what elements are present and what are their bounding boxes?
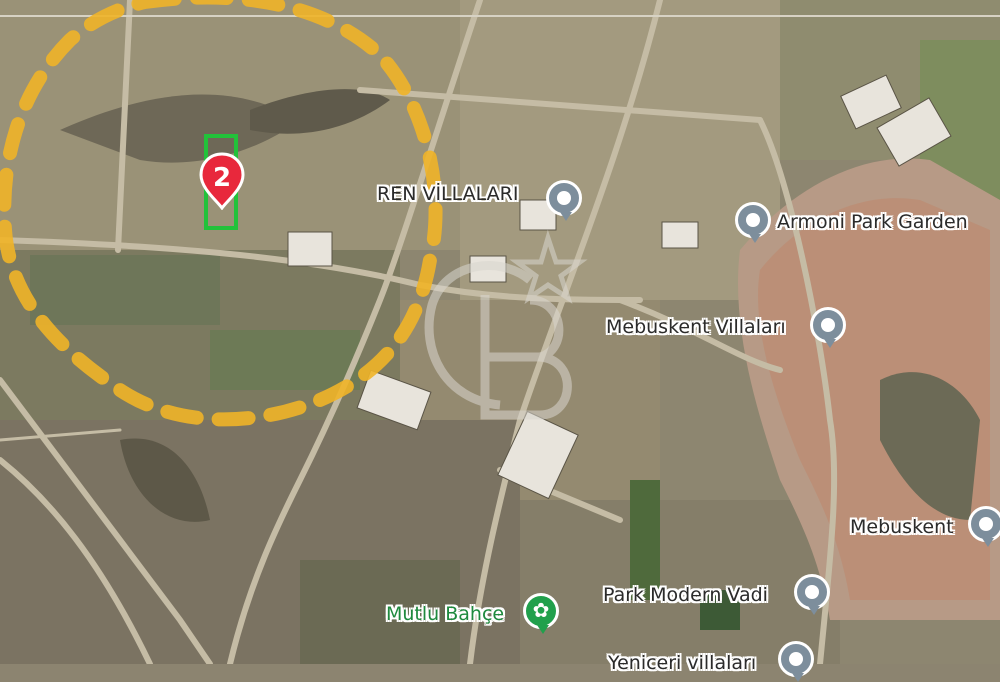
flower-icon[interactable]: ✿ bbox=[523, 593, 559, 634]
place-label-mebuskent[interactable]: Mebuskent bbox=[850, 516, 954, 538]
place-pin-icon[interactable] bbox=[968, 506, 1000, 547]
place-label-armoni[interactable]: Armoni Park Garden bbox=[777, 211, 968, 233]
satellite-map[interactable] bbox=[0, 0, 1000, 664]
place-pin-icon[interactable] bbox=[778, 641, 814, 682]
place-label-mutlu[interactable]: Mutlu Bahçe bbox=[386, 603, 504, 625]
place-pin-icon[interactable] bbox=[810, 307, 846, 348]
place-label-yeniceri[interactable]: Yeniceri villaları bbox=[608, 652, 756, 674]
place-label-park-modern[interactable]: Park Modern Vadi bbox=[603, 584, 768, 606]
parcel-marker-number: 2 bbox=[212, 163, 232, 193]
place-label-ren[interactable]: REN VİLLALARI bbox=[377, 183, 519, 205]
parcel-marker[interactable]: 2 bbox=[198, 152, 246, 211]
place-label-mebuskent-villalari[interactable]: Mebuskent Villaları bbox=[606, 316, 786, 338]
place-pin-icon[interactable] bbox=[546, 180, 582, 221]
place-pin-icon[interactable] bbox=[794, 574, 830, 615]
place-pin-icon[interactable] bbox=[735, 202, 771, 243]
